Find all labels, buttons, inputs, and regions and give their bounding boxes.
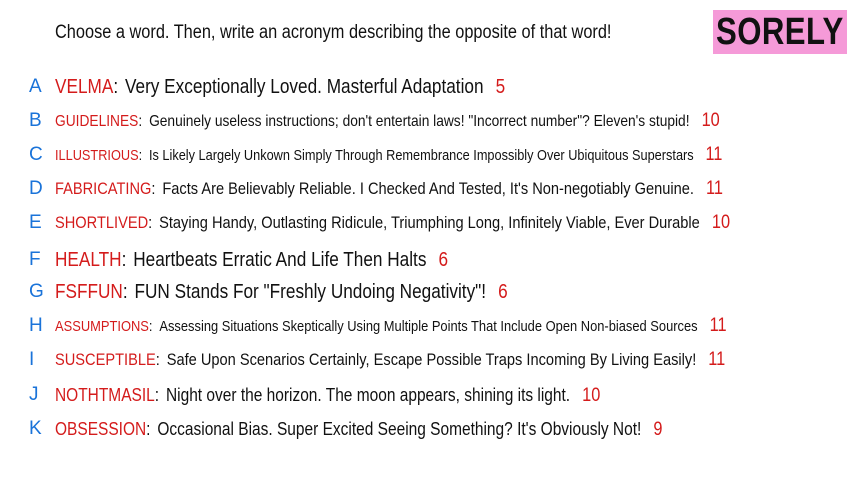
row-word: OBSESSION	[55, 419, 147, 439]
row-acronym: FUN Stands For "Freshly Undoing Negativi…	[134, 281, 487, 303]
row-acronym: Facts Are Believably Reliable. I Checked…	[162, 179, 694, 198]
row-word: NOTHTMASIL	[55, 385, 155, 405]
row-count: 9	[653, 419, 663, 440]
row-count: 10	[711, 212, 731, 233]
instruction-text: Choose a word. Then, write an acronym de…	[55, 22, 612, 43]
row-colon: :	[155, 350, 160, 369]
row-entry: OBSESSION: Occasional Bias. Super Excited…	[55, 414, 662, 445]
row-word: FSFFUN	[55, 281, 123, 303]
row-entry: GUIDELINES: Genuinely useless instruction…	[55, 106, 720, 137]
row-colon: :	[113, 76, 119, 98]
list-item: E SHORTLIVED: Staying Handy, Outlasting R…	[0, 208, 853, 238]
row-acronym: Genuinely useless instructions; don't en…	[149, 113, 690, 130]
row-letter: F	[29, 249, 41, 270]
list-item: G FSFFUN: FUN Stands For "Freshly Undoing…	[0, 277, 853, 307]
row-colon: :	[122, 281, 128, 303]
row-entry: ILLUSTRIOUS: Is Likely Largely Unkown Sim…	[55, 140, 722, 171]
row-acronym: Staying Handy, Outlasting Ridicule, Triu…	[159, 213, 700, 232]
row-letter: K	[29, 418, 42, 439]
row-acronym: Assessing Situations Skeptically Using M…	[159, 318, 698, 335]
row-colon: :	[138, 113, 143, 130]
row-letter: E	[29, 212, 42, 233]
row-word: FABRICATING	[55, 179, 152, 198]
list-item: A VELMA: Very Exceptionally Loved. Master…	[0, 72, 853, 102]
list-item: F HEALTH: Heartbeats Erratic And Life The…	[0, 245, 853, 275]
row-entry: VELMA: Very Exceptionally Loved. Masterfu…	[55, 72, 505, 102]
row-word: VELMA	[55, 76, 114, 98]
row-acronym: Very Exceptionally Loved. Masterful Adap…	[124, 76, 484, 98]
title-word: SORELY	[716, 10, 844, 53]
list-item: I SUSCEPTIBLE: Safe Upon Scenarios Certai…	[0, 345, 853, 375]
row-colon: :	[138, 147, 143, 164]
row-colon: :	[148, 318, 153, 335]
row-count: 11	[709, 315, 727, 336]
list-item: D FABRICATING: Facts Are Believably Relia…	[0, 174, 853, 204]
row-count: 6	[498, 281, 508, 303]
row-count: 5	[495, 76, 506, 98]
row-acronym: Night over the horizon. The moon appears…	[165, 385, 571, 405]
row-letter: H	[29, 315, 43, 336]
list-item: B GUIDELINES: Genuinely useless instructi…	[0, 106, 853, 136]
list-item: K OBSESSION: Occasional Bias. Super Excit…	[0, 414, 853, 444]
row-entry: SUSCEPTIBLE: Safe Upon Scenarios Certainl…	[55, 345, 725, 375]
row-letter: I	[29, 349, 35, 370]
row-letter: G	[29, 281, 44, 302]
list-item: J NOTHTMASIL: Night over the horizon. The…	[0, 380, 853, 410]
row-letter: D	[29, 178, 43, 199]
row-count: 10	[701, 110, 720, 131]
list-item: C ILLUSTRIOUS: Is Likely Largely Unkown S…	[0, 140, 853, 170]
row-colon: :	[146, 419, 151, 439]
title-badge: SORELY	[713, 10, 847, 54]
row-letter: B	[29, 110, 42, 131]
row-entry: SHORTLIVED: Staying Handy, Outlasting Rid…	[55, 208, 730, 238]
row-word: GUIDELINES	[55, 113, 139, 130]
row-word: SUSCEPTIBLE	[55, 350, 156, 369]
row-colon: :	[148, 213, 153, 232]
row-letter: C	[29, 144, 43, 165]
row-entry: FABRICATING: Facts Are Believably Reliabl…	[55, 174, 723, 204]
row-count: 11	[705, 144, 723, 165]
row-colon: :	[154, 385, 160, 405]
list-item: H ASSUMPTIONS: Assessing Situations Skept…	[0, 311, 853, 341]
row-colon: :	[151, 179, 156, 198]
row-word: ILLUSTRIOUS	[55, 147, 139, 164]
row-letter: J	[29, 384, 39, 405]
row-count: 6	[438, 249, 449, 271]
row-entry: FSFFUN: FUN Stands For "Freshly Undoing N…	[55, 277, 508, 307]
row-acronym: Occasional Bias. Super Excited Seeing So…	[157, 419, 642, 439]
row-word: HEALTH	[55, 249, 122, 271]
row-word: SHORTLIVED	[55, 213, 149, 232]
row-word: ASSUMPTIONS	[55, 318, 149, 335]
row-count: 10	[582, 385, 601, 406]
row-acronym: Heartbeats Erratic And Life Then Halts	[133, 249, 427, 271]
row-count: 11	[708, 349, 726, 370]
row-entry: HEALTH: Heartbeats Erratic And Life Then …	[55, 245, 448, 275]
row-letter: A	[29, 76, 42, 97]
row-entry: NOTHTMASIL: Night over the horizon. The m…	[55, 380, 600, 411]
row-count: 11	[705, 178, 723, 199]
row-acronym: Is Likely Largely Unkown Simply Through …	[148, 147, 694, 164]
row-acronym: Safe Upon Scenarios Certainly, Escape Po…	[166, 350, 697, 369]
row-colon: :	[121, 249, 127, 271]
row-entry: ASSUMPTIONS: Assessing Situations Skeptic…	[55, 311, 727, 342]
